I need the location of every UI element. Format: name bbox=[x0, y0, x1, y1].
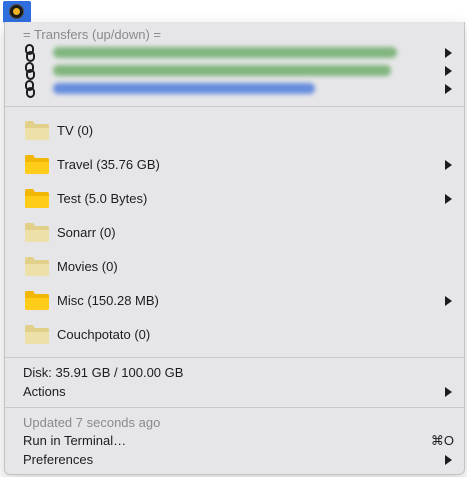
transfer-item[interactable] bbox=[5, 80, 464, 98]
transfer-item[interactable] bbox=[5, 44, 464, 62]
folder-label: Couchpotato (0) bbox=[57, 327, 151, 342]
submenu-arrow-icon bbox=[445, 160, 452, 170]
folder-item-travel[interactable]: Travel (35.76 GB) bbox=[5, 149, 464, 181]
app-status-icon[interactable] bbox=[3, 1, 31, 23]
run-in-terminal-menu-item[interactable]: Run in Terminal… bbox=[23, 432, 126, 450]
menu-bar bbox=[0, 0, 467, 23]
menu-separator bbox=[5, 407, 464, 408]
last-updated-text: Updated 7 seconds ago bbox=[23, 415, 161, 430]
submenu-arrow-icon bbox=[445, 48, 452, 58]
folder-label: Travel (35.76 GB) bbox=[57, 157, 160, 172]
disk-usage: Disk: 35.91 GB / 100.00 GB bbox=[23, 365, 184, 380]
preferences-menu-item[interactable]: Preferences bbox=[23, 451, 93, 469]
chain-link-icon bbox=[25, 80, 35, 98]
folder-item-test[interactable]: Test (5.0 Bytes) bbox=[5, 183, 464, 215]
submenu-arrow-icon bbox=[445, 296, 452, 306]
submenu-arrow-icon bbox=[445, 455, 452, 465]
folder-icon bbox=[25, 189, 49, 208]
folder-label: Misc (150.28 MB) bbox=[57, 293, 159, 308]
chain-link-icon bbox=[25, 44, 35, 62]
folder-item-couchpotato[interactable]: Couchpotato (0) bbox=[5, 319, 464, 351]
preferences-label: Preferences bbox=[23, 452, 94, 467]
folder-icon bbox=[25, 155, 49, 174]
folder-label: TV (0) bbox=[57, 123, 94, 138]
menu-separator bbox=[5, 106, 464, 107]
submenu-arrow-icon bbox=[445, 194, 452, 204]
transfer-item[interactable] bbox=[5, 62, 464, 80]
dropdown-menu: = Transfers (up/down) = TV (0) Travel (3… bbox=[4, 22, 465, 475]
folder-item-sonarr[interactable]: Sonarr (0) bbox=[5, 217, 464, 249]
keyboard-shortcut: ⌘O bbox=[430, 433, 454, 448]
empty-folder-icon bbox=[25, 257, 49, 276]
folder-label: Test (5.0 Bytes) bbox=[57, 191, 148, 206]
chain-link-icon bbox=[25, 62, 35, 80]
empty-folder-icon bbox=[25, 325, 49, 344]
transfer-name bbox=[53, 65, 391, 76]
transfer-name bbox=[53, 83, 315, 94]
empty-folder-icon bbox=[25, 121, 49, 140]
folder-item-misc[interactable]: Misc (150.28 MB) bbox=[5, 285, 464, 317]
folder-label: Sonarr (0) bbox=[57, 225, 116, 240]
submenu-arrow-icon bbox=[445, 66, 452, 76]
submenu-arrow-icon bbox=[445, 84, 452, 94]
menu-separator bbox=[5, 357, 464, 358]
folder-item-tv[interactable]: TV (0) bbox=[5, 115, 464, 147]
folder-icon bbox=[25, 291, 49, 310]
empty-folder-icon bbox=[25, 223, 49, 242]
submenu-arrow-icon bbox=[445, 387, 452, 397]
actions-menu-item[interactable]: Actions bbox=[23, 383, 464, 401]
run-in-terminal-label: Run in Terminal… bbox=[23, 433, 127, 448]
transfers-header: = Transfers (up/down) = bbox=[23, 27, 162, 42]
actions-label: Actions bbox=[23, 384, 66, 399]
transfer-name bbox=[53, 47, 397, 58]
folder-item-movies[interactable]: Movies (0) bbox=[5, 251, 464, 283]
folder-label: Movies (0) bbox=[57, 259, 118, 274]
